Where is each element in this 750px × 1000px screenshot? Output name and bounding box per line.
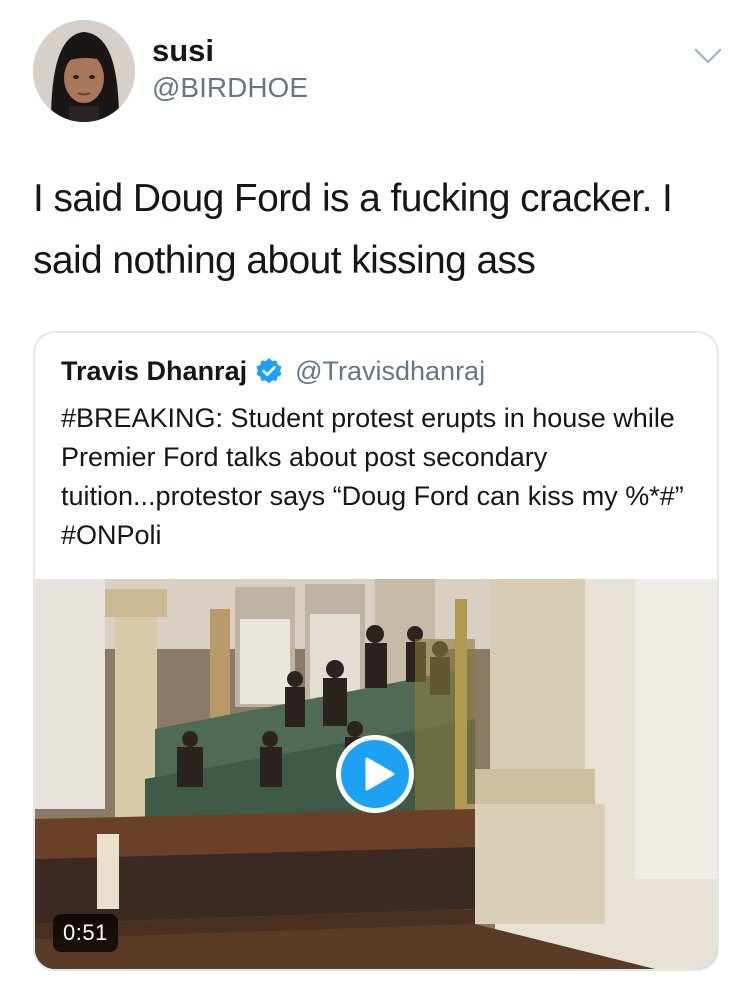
author-avatar[interactable] xyxy=(33,20,135,122)
quoted-tweet-card[interactable]: Travis Dhanraj @Travisdhanraj #BREAKING:… xyxy=(33,331,719,971)
author-name[interactable]: susi xyxy=(152,32,214,70)
quoted-tweet-text: #BREAKING: Student protest erupts in hou… xyxy=(61,403,684,550)
chevron-down-icon[interactable] xyxy=(693,44,723,68)
verified-badge-icon xyxy=(255,357,283,385)
quoted-tweet-header: Travis Dhanraj @Travisdhanraj xyxy=(61,353,485,389)
author-handle[interactable]: @BIRDHOE xyxy=(152,70,308,106)
play-button[interactable] xyxy=(336,735,414,813)
tweet-detail-page: susi @BIRDHOE I said Doug Ford is a fuck… xyxy=(0,0,750,1000)
tweet-text: I said Doug Ford is a fucking cracker. I… xyxy=(33,177,673,282)
quoted-author-name[interactable]: Travis Dhanraj xyxy=(61,356,247,387)
avatar-image xyxy=(33,20,135,122)
video-player[interactable]: 0:51 xyxy=(35,579,717,969)
play-icon xyxy=(365,757,395,791)
quoted-author-handle[interactable]: @Travisdhanraj xyxy=(295,356,485,387)
video-duration-badge: 0:51 xyxy=(53,914,118,952)
